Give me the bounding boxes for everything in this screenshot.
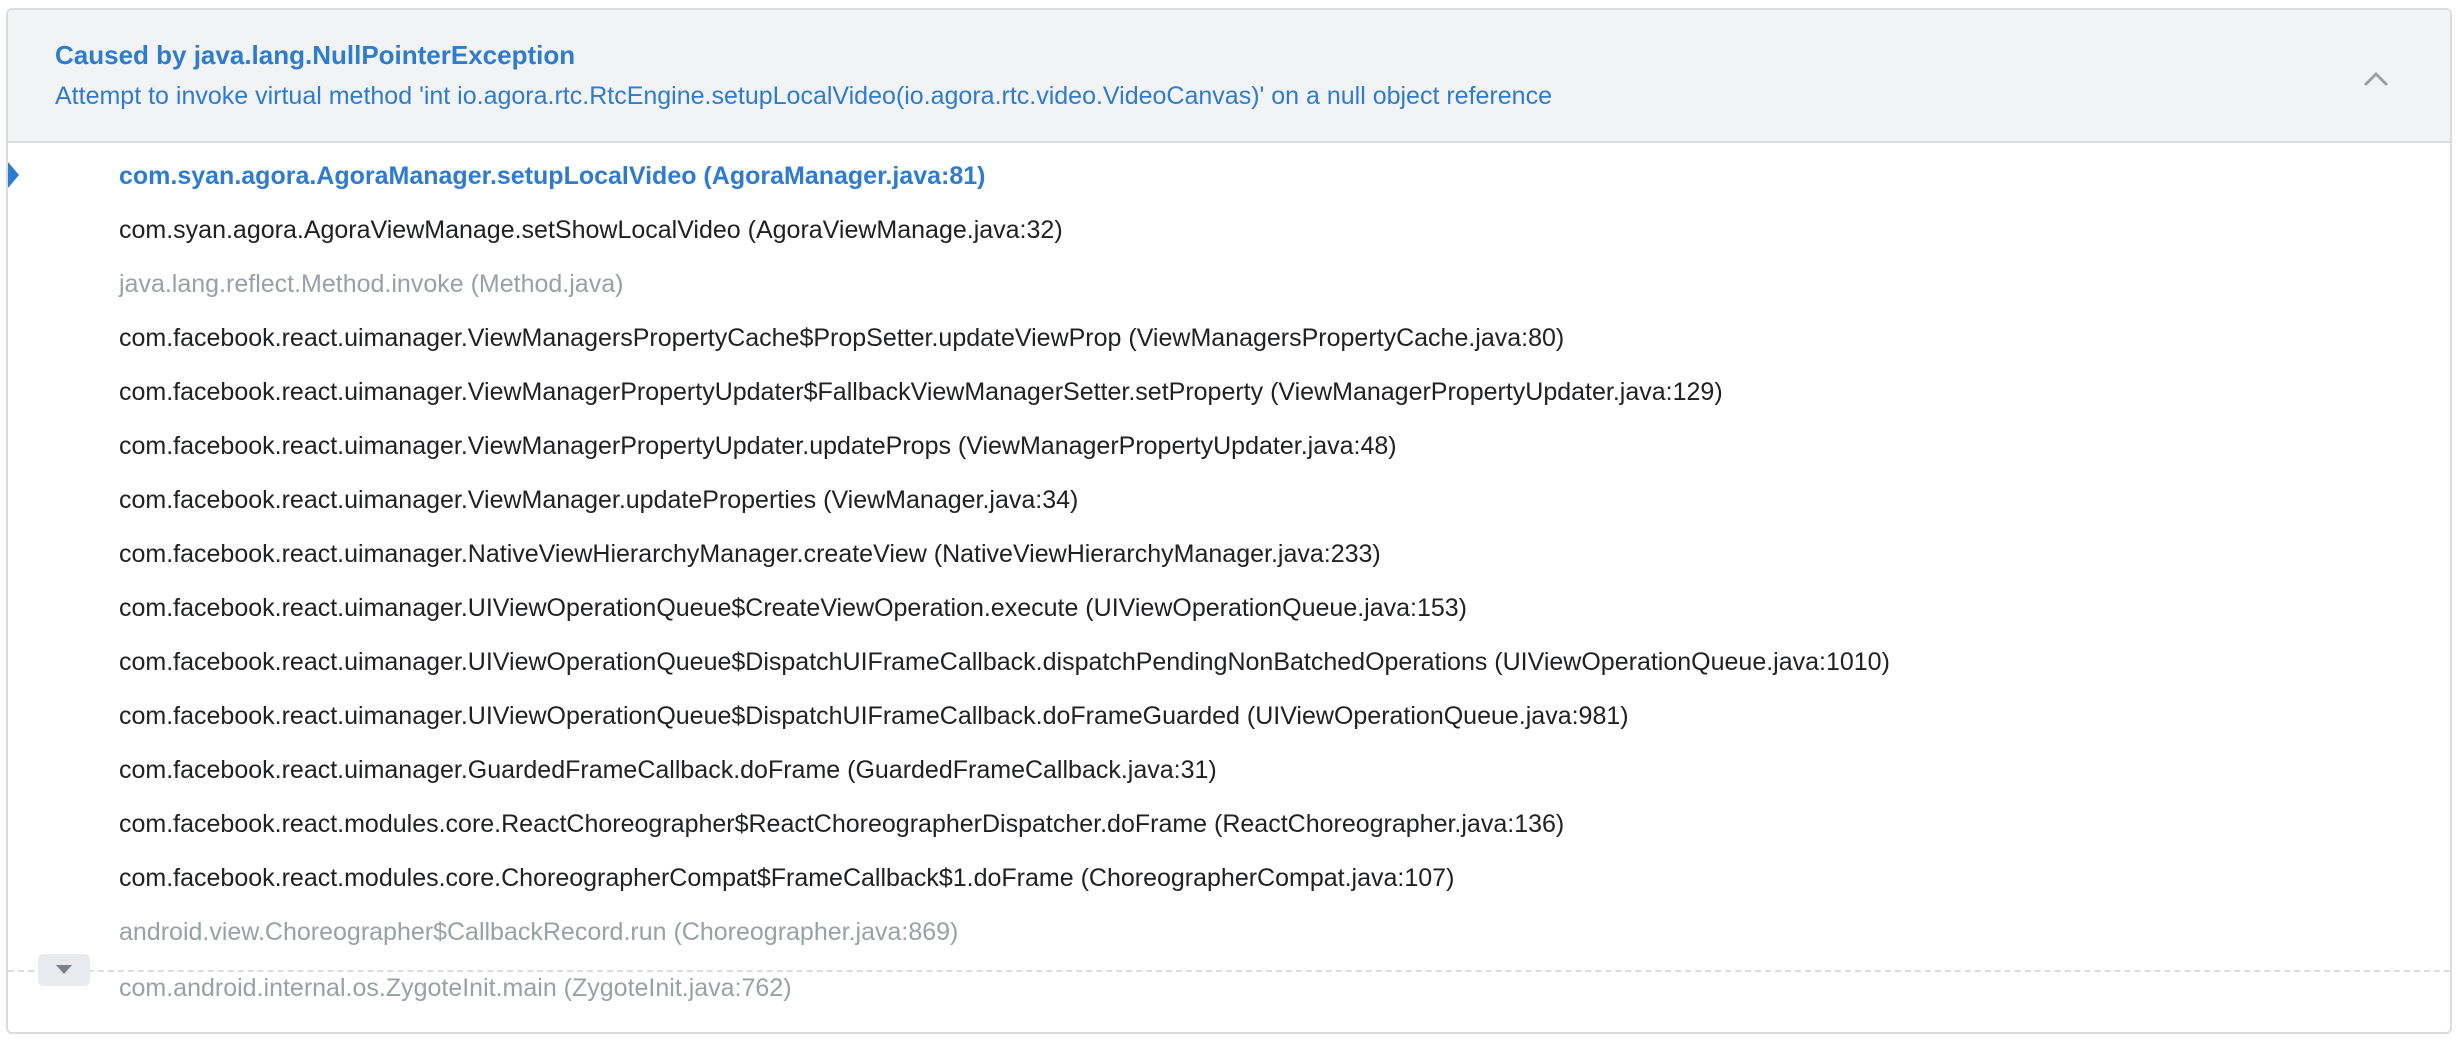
- stack-frame-row[interactable]: com.syan.agora.AgoraManager.setupLocalVi…: [119, 158, 985, 194]
- chevron-down-icon: [56, 965, 72, 974]
- stack-frame-row[interactable]: com.facebook.react.uimanager.ViewManager…: [119, 320, 1564, 356]
- stack-frame-row[interactable]: com.facebook.react.uimanager.ViewManager…: [119, 482, 1078, 518]
- stack-frame-row[interactable]: com.facebook.react.uimanager.UIViewOpera…: [119, 590, 1467, 626]
- stack-frame-row[interactable]: android.view.Choreographer$CallbackRecor…: [119, 914, 958, 950]
- stack-frame-row[interactable]: com.facebook.react.uimanager.ViewManager…: [119, 374, 1723, 410]
- exception-header[interactable]: Caused by java.lang.NullPointerException…: [8, 10, 2450, 143]
- collapsed-frames-separator: [8, 970, 2450, 972]
- stack-frame-row[interactable]: com.facebook.react.uimanager.NativeViewH…: [119, 536, 1381, 572]
- triangle-right-icon: [8, 162, 19, 188]
- stack-frame-row[interactable]: com.syan.agora.AgoraViewManage.setShowLo…: [119, 212, 1063, 248]
- stack-frame-row[interactable]: com.android.internal.os.ZygoteInit.main …: [119, 970, 792, 1006]
- stack-frame-row[interactable]: com.facebook.react.uimanager.ViewManager…: [119, 428, 1397, 464]
- stack-frame-row[interactable]: java.lang.reflect.Method.invoke (Method.…: [119, 266, 623, 302]
- stack-frame-row[interactable]: com.facebook.react.modules.core.Choreogr…: [119, 860, 1454, 896]
- expand-frames-button[interactable]: [38, 954, 90, 986]
- chevron-up-icon[interactable]: [2356, 58, 2396, 98]
- stack-trace-panel: Caused by java.lang.NullPointerException…: [6, 8, 2452, 1034]
- stack-frame-row[interactable]: com.facebook.react.uimanager.UIViewOpera…: [119, 698, 1629, 734]
- stack-frame-row[interactable]: com.facebook.react.uimanager.GuardedFram…: [119, 752, 1217, 788]
- stack-frame-row[interactable]: com.facebook.react.uimanager.UIViewOpera…: [119, 644, 1890, 680]
- stack-frame-row[interactable]: com.facebook.react.modules.core.ReactCho…: [119, 806, 1564, 842]
- exception-title: Caused by java.lang.NullPointerException: [55, 40, 576, 70]
- exception-message: Attempt to invoke virtual method 'int io…: [55, 82, 1552, 110]
